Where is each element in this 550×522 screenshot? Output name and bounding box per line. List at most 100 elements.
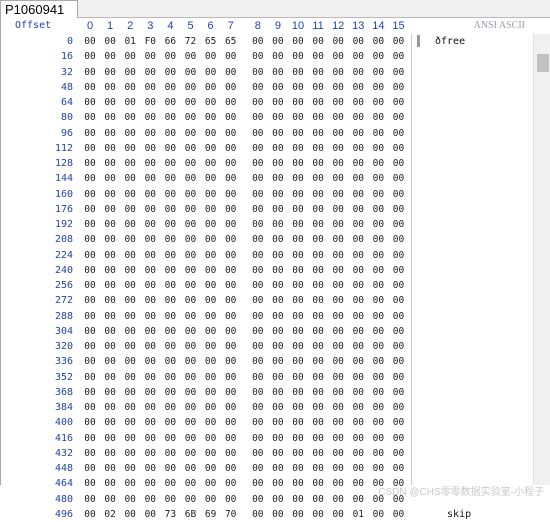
byte-cell[interactable]: 00: [182, 202, 200, 217]
byte-cell[interactable]: 00: [81, 156, 99, 171]
byte-cell[interactable]: 00: [202, 248, 220, 263]
byte-cell[interactable]: 00: [269, 80, 287, 95]
byte-cell[interactable]: 00: [202, 293, 220, 308]
byte-cell[interactable]: 00: [222, 217, 240, 232]
byte-cell[interactable]: 00: [289, 187, 307, 202]
byte-cell[interactable]: 00: [349, 385, 367, 400]
byte-cell[interactable]: 00: [141, 171, 159, 186]
byte-cell[interactable]: 00: [369, 80, 387, 95]
byte-cell[interactable]: 00: [269, 263, 287, 278]
byte-cell[interactable]: 00: [121, 339, 139, 354]
byte-cell[interactable]: 00: [101, 232, 119, 247]
byte-cell[interactable]: 00: [141, 95, 159, 110]
byte-cell[interactable]: 00: [369, 309, 387, 324]
byte-cell[interactable]: 70: [222, 507, 240, 522]
byte-cell[interactable]: 00: [289, 324, 307, 339]
byte-cell[interactable]: 00: [121, 415, 139, 430]
byte-cell[interactable]: 00: [101, 141, 119, 156]
byte-cell[interactable]: 00: [390, 156, 408, 171]
byte-cell[interactable]: 00: [202, 156, 220, 171]
byte-cell[interactable]: 00: [81, 415, 99, 430]
byte-cell[interactable]: 00: [182, 461, 200, 476]
byte-cell[interactable]: 00: [390, 65, 408, 80]
byte-cell[interactable]: 00: [329, 49, 347, 64]
byte-cell[interactable]: 00: [202, 324, 220, 339]
byte-cell[interactable]: 00: [121, 187, 139, 202]
byte-cell[interactable]: 00: [141, 187, 159, 202]
byte-cell[interactable]: 00: [309, 476, 327, 491]
byte-cell[interactable]: 00: [202, 80, 220, 95]
byte-cell[interactable]: 00: [101, 80, 119, 95]
byte-cell[interactable]: 00: [289, 217, 307, 232]
byte-cell[interactable]: 00: [101, 446, 119, 461]
byte-cell[interactable]: 00: [81, 492, 99, 507]
ascii-panel[interactable]: ðfree skip: [411, 34, 533, 520]
byte-cell[interactable]: 00: [222, 65, 240, 80]
byte-cell[interactable]: 00: [222, 415, 240, 430]
byte-cell[interactable]: 00: [202, 400, 220, 415]
byte-cell[interactable]: 00: [329, 263, 347, 278]
byte-cell[interactable]: 00: [390, 187, 408, 202]
byte-cell[interactable]: 00: [249, 446, 267, 461]
byte-cell[interactable]: 00: [269, 309, 287, 324]
byte-cell[interactable]: 00: [161, 431, 179, 446]
byte-cell[interactable]: 00: [101, 476, 119, 491]
byte-cell[interactable]: 00: [349, 141, 367, 156]
byte-cell[interactable]: 00: [309, 65, 327, 80]
byte-cell[interactable]: 00: [182, 492, 200, 507]
byte-cell[interactable]: 00: [202, 446, 220, 461]
byte-cell[interactable]: 00: [101, 263, 119, 278]
byte-cell[interactable]: 00: [390, 461, 408, 476]
byte-cell[interactable]: 00: [101, 461, 119, 476]
byte-cell[interactable]: 00: [269, 431, 287, 446]
byte-cell[interactable]: 00: [121, 476, 139, 491]
byte-cell[interactable]: 00: [202, 141, 220, 156]
byte-cell[interactable]: 00: [161, 461, 179, 476]
byte-cell[interactable]: 00: [390, 278, 408, 293]
byte-cell[interactable]: 00: [329, 278, 347, 293]
byte-cell[interactable]: 00: [161, 171, 179, 186]
byte-cell[interactable]: 00: [390, 80, 408, 95]
byte-cell[interactable]: 00: [81, 309, 99, 324]
byte-cell[interactable]: 00: [329, 370, 347, 385]
byte-cell[interactable]: 00: [81, 202, 99, 217]
byte-cell[interactable]: 00: [121, 492, 139, 507]
byte-cell[interactable]: 00: [121, 370, 139, 385]
byte-cell[interactable]: 00: [161, 263, 179, 278]
byte-cell[interactable]: 00: [81, 370, 99, 385]
byte-cell[interactable]: 00: [141, 476, 159, 491]
byte-cell[interactable]: 00: [101, 293, 119, 308]
byte-cell[interactable]: 00: [390, 34, 408, 49]
byte-cell[interactable]: 00: [81, 507, 99, 522]
byte-cell[interactable]: 00: [269, 492, 287, 507]
byte-cell[interactable]: 00: [161, 309, 179, 324]
byte-cell[interactable]: 00: [369, 65, 387, 80]
byte-cell[interactable]: 00: [309, 431, 327, 446]
byte-cell[interactable]: 00: [161, 385, 179, 400]
byte-cell[interactable]: 00: [329, 354, 347, 369]
byte-cell[interactable]: 00: [182, 476, 200, 491]
byte-cell[interactable]: 00: [269, 65, 287, 80]
byte-cell[interactable]: 00: [329, 446, 347, 461]
byte-cell[interactable]: 00: [202, 476, 220, 491]
byte-cell[interactable]: 00: [161, 80, 179, 95]
byte-cell[interactable]: 00: [141, 461, 159, 476]
byte-cell[interactable]: 00: [309, 354, 327, 369]
byte-cell[interactable]: 00: [369, 232, 387, 247]
byte-cell[interactable]: 00: [81, 293, 99, 308]
byte-cell[interactable]: 00: [329, 34, 347, 49]
byte-cell[interactable]: 00: [182, 293, 200, 308]
byte-cell[interactable]: 00: [249, 461, 267, 476]
byte-cell[interactable]: 00: [269, 171, 287, 186]
byte-cell[interactable]: 00: [390, 232, 408, 247]
byte-cell[interactable]: 00: [182, 370, 200, 385]
byte-cell[interactable]: 00: [390, 248, 408, 263]
byte-cell[interactable]: 00: [369, 202, 387, 217]
byte-cell[interactable]: 00: [182, 80, 200, 95]
hex-editor[interactable]: Offset 0 1 2 3 4 5 6 7 8 9 10 11 12 13 14 15 ANSI ASCII…: [0, 18, 550, 520]
byte-cell[interactable]: 00: [289, 80, 307, 95]
byte-cell[interactable]: 00: [161, 415, 179, 430]
byte-cell[interactable]: 00: [141, 309, 159, 324]
byte-cell[interactable]: 00: [81, 49, 99, 64]
byte-cell[interactable]: 00: [309, 232, 327, 247]
